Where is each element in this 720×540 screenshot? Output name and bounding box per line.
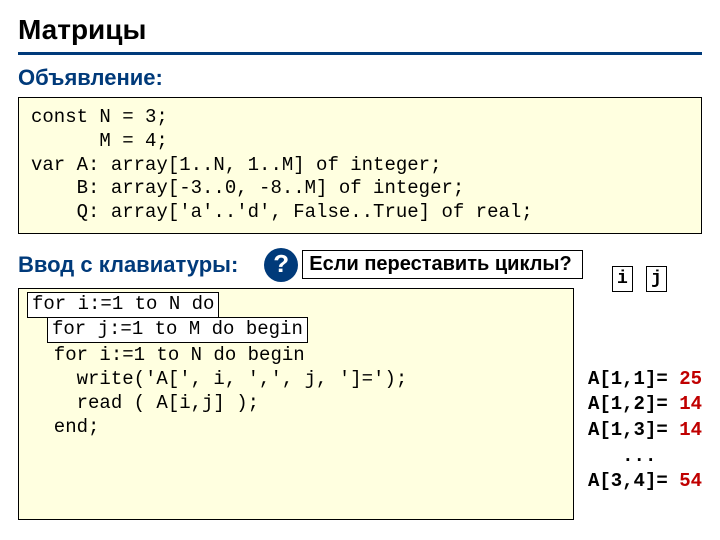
out-line-1-val: 25 [679,368,702,390]
out-line-5-lhs: A[3,4]= [588,470,668,492]
out-line-2-lhs: A[1,2]= [588,393,668,415]
out-line-2-val: 14 [679,393,702,415]
out-line-3-lhs: A[1,3]= [588,419,668,441]
question-mark-icon: ? [264,248,298,282]
j-index-label: j [646,266,667,292]
declaration-code: const N = 3; M = 4; var A: array[1..N, 1… [18,97,702,234]
out-line-3-val: 14 [679,419,702,441]
question-text: Если переставить циклы? [302,250,582,279]
page-title: Матрицы [18,14,702,55]
i-index-label: i [612,266,633,292]
highlight-inner-loop: for j:=1 to M do begin [47,317,308,343]
out-line-5-val: 54 [679,470,702,492]
highlight-outer-loop: for i:=1 to N do [27,292,219,318]
out-line-dots: ... [588,445,656,467]
section-declare-label: Объявление: [18,65,702,91]
section-input-label: Ввод с клавиатуры: [18,252,238,278]
input-code: for j:=1 to M do for i:=1 to N do begin … [18,288,574,520]
out-line-1-lhs: A[1,1]= [588,368,668,390]
sample-output: i j A[1,1]= 25 A[1,2]= 14 A[1,3]= 14 ...… [588,288,702,521]
